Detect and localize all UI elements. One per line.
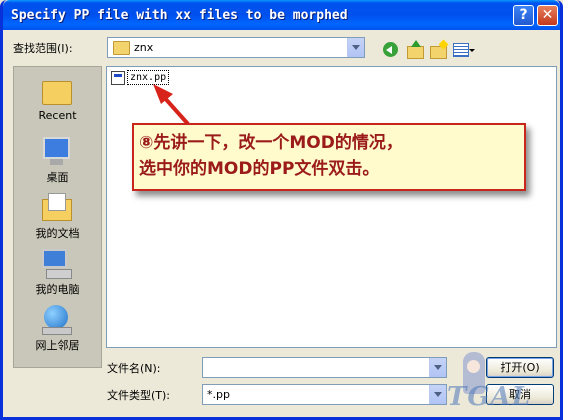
filename-label: 文件名(N):: [107, 362, 161, 375]
filetype-combo[interactable]: *.pp: [202, 384, 447, 405]
annotation-line-1: ⑧先讲一下，改一个MOD的情况，: [139, 133, 403, 153]
open-file-dialog: Specify PP file with xx files to be morp…: [0, 0, 563, 420]
watermark-logo: TGAL: [443, 350, 560, 414]
filetype-label: 文件类型(T):: [107, 389, 171, 402]
annotation-callout: ⑧先讲一下，改一个MOD的情况， 选中你的MOD的PP文件双击。: [132, 123, 526, 191]
annotation-line-2: 选中你的MOD的PP文件双击。: [139, 159, 380, 179]
filetype-value: *.pp: [207, 388, 230, 401]
filename-combo[interactable]: [202, 357, 447, 378]
